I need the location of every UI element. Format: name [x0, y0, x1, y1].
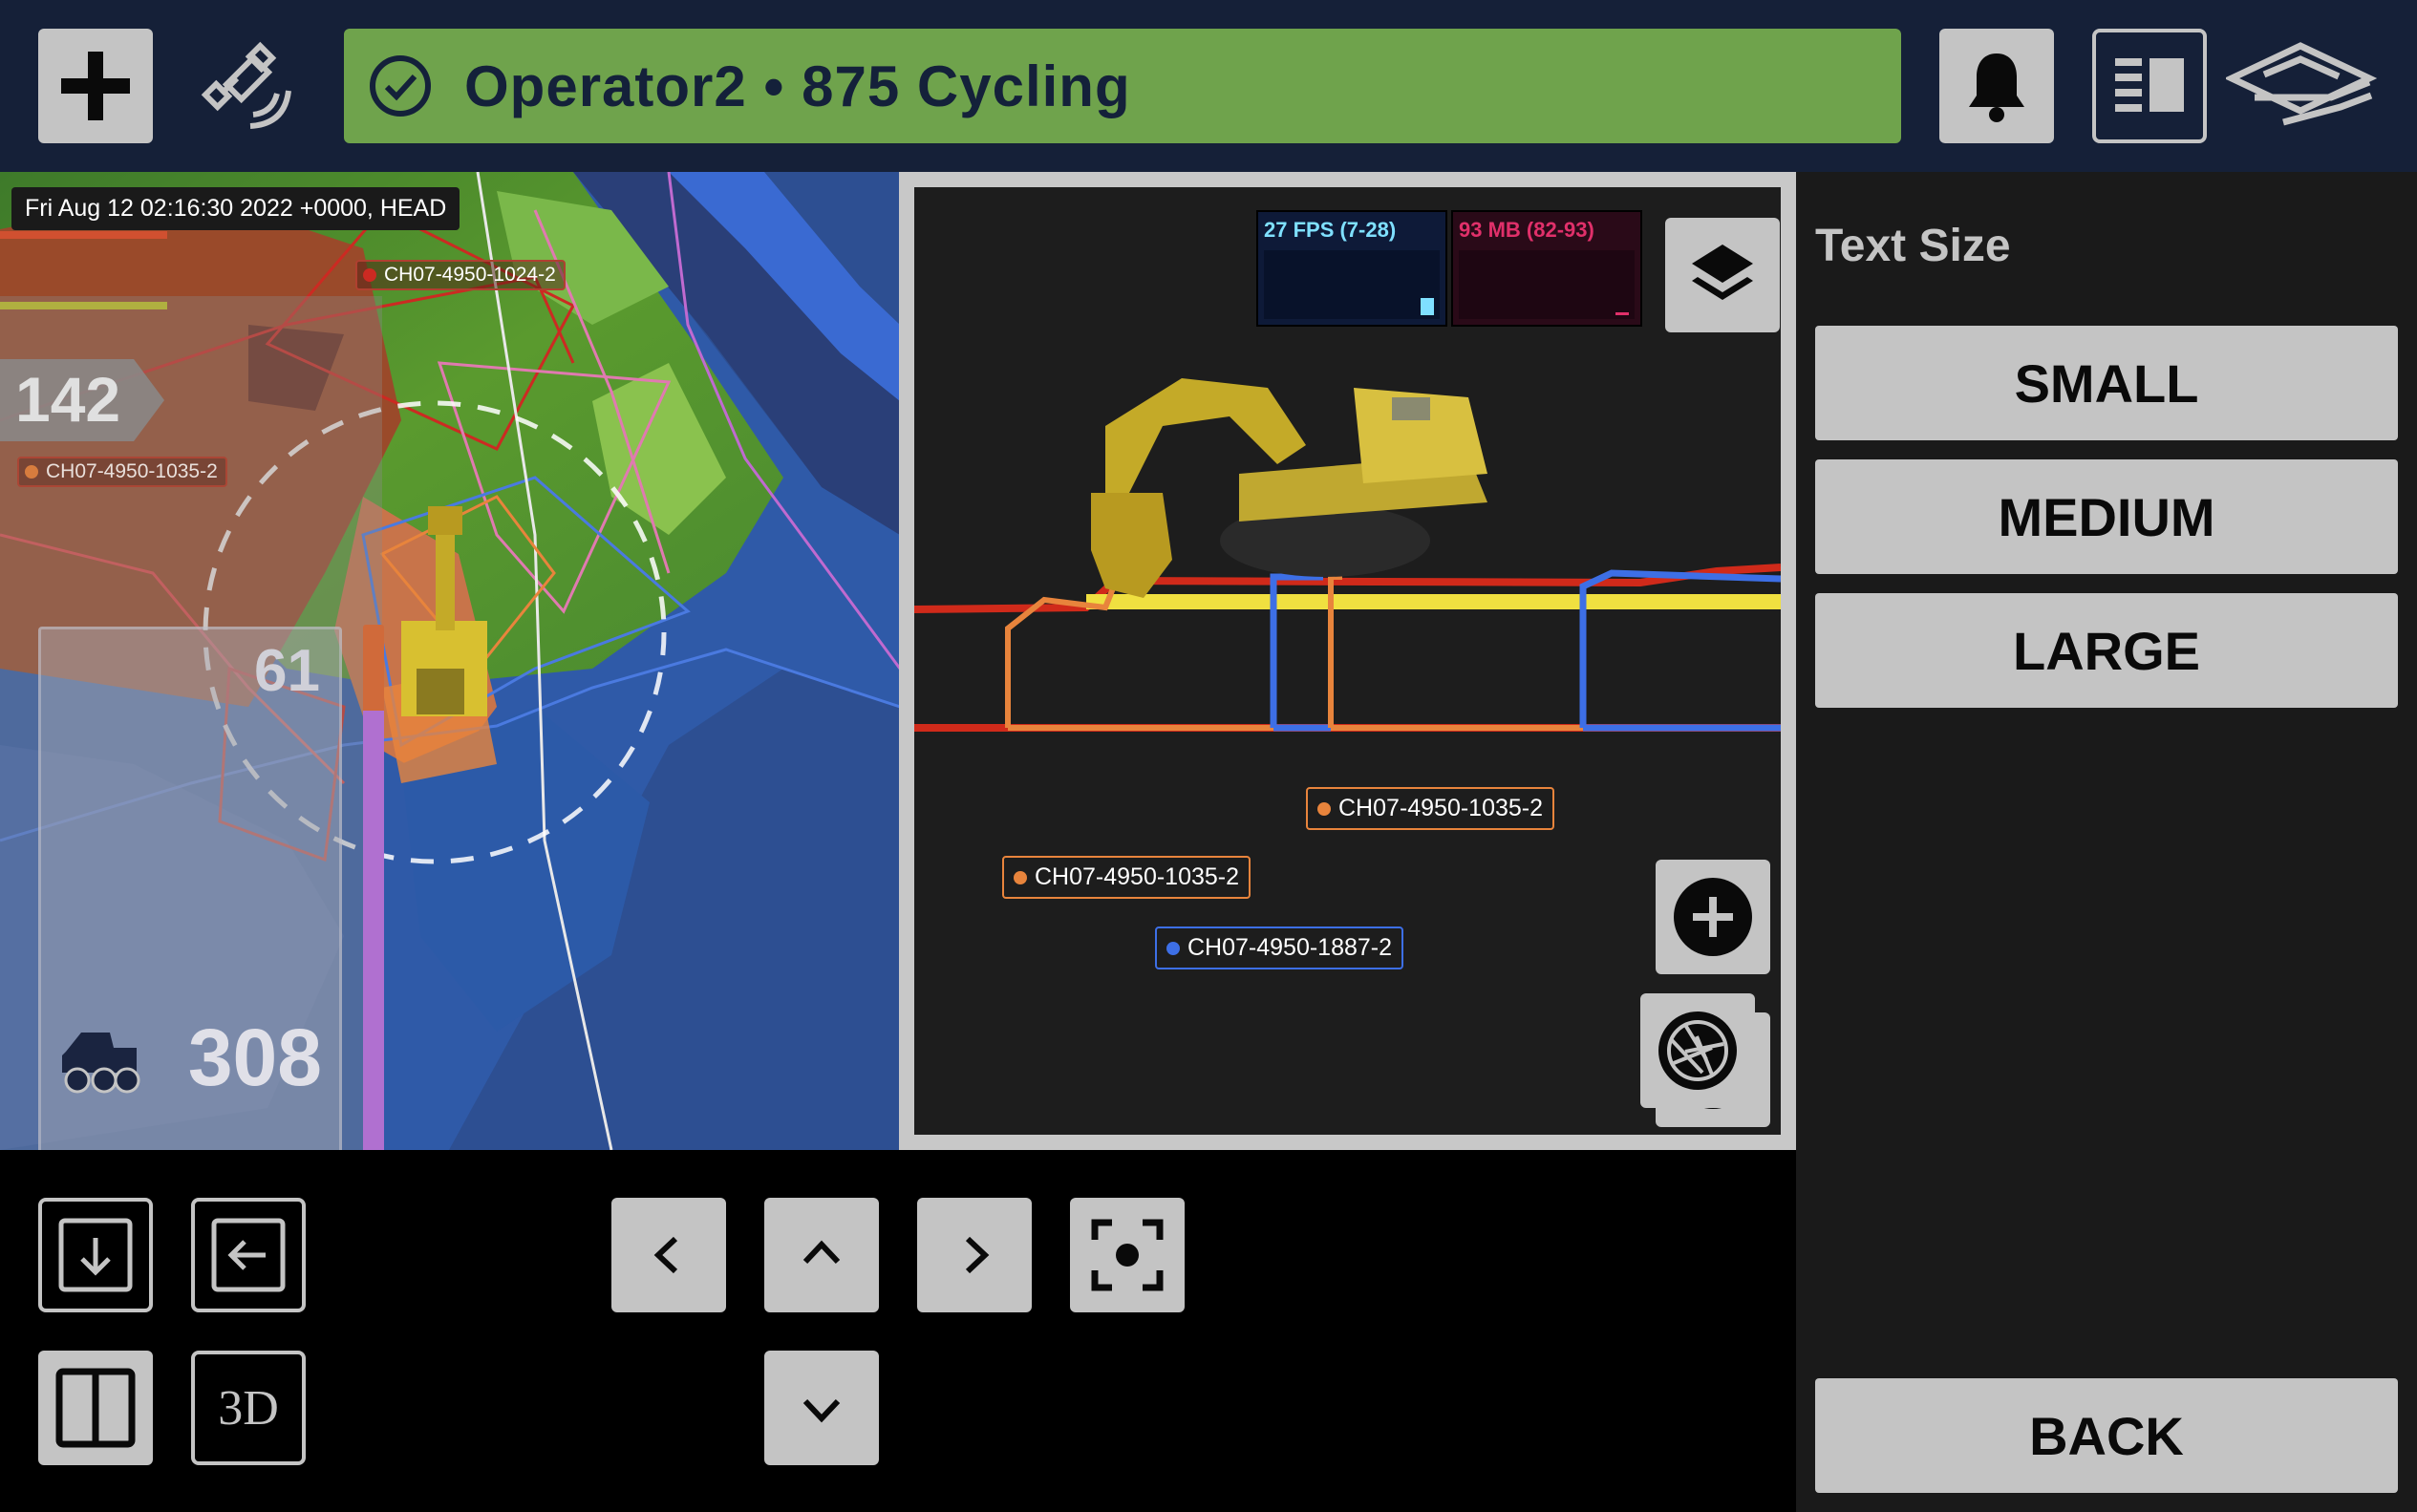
progress-fill — [363, 711, 384, 1150]
pan-left-button[interactable] — [611, 1198, 726, 1312]
satellite-icon — [201, 41, 291, 129]
pass-count: 142 — [15, 364, 121, 435]
arrow-left-box-icon — [211, 1218, 286, 1292]
logo — [2223, 38, 2379, 134]
notifications-button[interactable] — [1939, 29, 2054, 143]
fps-bar — [1421, 298, 1434, 315]
fps-meter: 27 FPS (7-28) — [1256, 210, 1447, 327]
hole-dot-icon — [25, 465, 38, 479]
chevron-right-icon — [965, 1236, 990, 1274]
recenter-button[interactable] — [1070, 1198, 1185, 1312]
text-size-panel: Text Size SMALL MEDIUM LARGE BACK — [1796, 172, 2417, 1512]
focus-icon — [1091, 1219, 1164, 1291]
fps-text: 27 FPS (7-28) — [1264, 218, 1397, 242]
truck-count: 308 — [187, 1012, 322, 1102]
back-view-button[interactable] — [191, 1198, 306, 1312]
map-view[interactable]: Fri Aug 12 02:16:30 2022 +0000, HEAD CH0… — [0, 172, 900, 1150]
small-text-button[interactable]: SMALL — [1815, 326, 2398, 440]
chevron-left-icon — [653, 1236, 678, 1274]
view-3d-button[interactable]: 3D — [191, 1351, 306, 1465]
zoom-in-button[interactable] — [1656, 860, 1770, 974]
status-text: Operator2 • 875 Cycling — [464, 53, 1131, 118]
bottom-controls: 3D — [0, 1150, 1796, 1512]
memory-meter: 93 MB (82-93) — [1451, 210, 1642, 327]
hole-label[interactable]: CH07-4950-1035-2 — [1306, 787, 1555, 830]
hole-label-text: CH07-4950-1024-2 — [384, 264, 556, 286]
back-button[interactable]: BACK — [1815, 1378, 2398, 1493]
section-view-panel: 27 FPS (7-28) 93 MB (82-93) CH07-4950-10… — [899, 172, 1796, 1150]
text-size-title: Text Size — [1815, 221, 2011, 271]
status-banner: Operator2 • 875 Cycling — [344, 29, 1901, 143]
top-bar: Operator2 • 875 Cycling — [0, 0, 2417, 172]
hole-label[interactable]: CH07-4950-1035-2 — [17, 457, 227, 487]
panel-layout-icon — [2115, 58, 2184, 112]
check-circle-icon — [370, 55, 431, 117]
large-text-button[interactable]: LARGE — [1815, 593, 2398, 708]
plus-icon — [61, 52, 130, 120]
aperture-icon — [1658, 1012, 1737, 1090]
zoom-in-icon — [1674, 878, 1752, 956]
layers-icon — [1692, 245, 1753, 300]
camera-button[interactable] — [1640, 993, 1755, 1108]
hole-label[interactable]: CH07-4950-1887-2 — [1155, 926, 1404, 969]
haul-truck-icon — [62, 1033, 140, 1094]
hole-dot-icon — [363, 268, 376, 282]
bell-icon — [1969, 53, 2024, 122]
arrow-down-box-icon — [58, 1218, 133, 1292]
hole-label-text: CH07-4950-1035-2 — [1035, 863, 1240, 890]
layers-button[interactable] — [1665, 218, 1780, 332]
timestamp: Fri Aug 12 02:16:30 2022 +0000, HEAD — [11, 187, 460, 230]
pan-down-button[interactable] — [764, 1351, 879, 1465]
chevron-up-icon — [802, 1240, 841, 1265]
chevron-down-icon — [802, 1398, 841, 1423]
progress-track — [363, 625, 384, 1150]
pan-up-button[interactable] — [764, 1198, 879, 1312]
layout-toggle-button[interactable] — [2092, 29, 2207, 143]
gps-button[interactable] — [196, 29, 301, 143]
hole-label[interactable]: CH07-4950-1024-2 — [355, 260, 566, 290]
memory-text: 93 MB (82-93) — [1459, 218, 1594, 242]
view-3d-label: 3D — [218, 1380, 279, 1436]
hole-label-text: CH07-4950-1887-2 — [1187, 934, 1393, 961]
hole-dot-icon — [1014, 870, 1027, 884]
memory-bar — [1615, 312, 1629, 315]
excavator-side-icon — [1091, 378, 1487, 598]
hole-dot-icon — [1317, 801, 1331, 816]
logo-icon — [2223, 42, 2378, 126]
medium-text-button[interactable]: MEDIUM — [1815, 459, 2398, 574]
hole-label[interactable]: CH07-4950-1035-2 — [1002, 856, 1251, 899]
hole-dot-icon — [1166, 941, 1180, 955]
split-view-icon — [55, 1368, 136, 1448]
download-view-button[interactable] — [38, 1198, 153, 1312]
hole-label-text: CH07-4950-1035-2 — [1338, 795, 1544, 821]
load-panel: 61 308 — [38, 627, 342, 1150]
load-count: 61 — [254, 638, 320, 704]
add-button[interactable] — [38, 29, 153, 143]
hole-label-text: CH07-4950-1035-2 — [46, 460, 218, 482]
split-view-button[interactable] — [38, 1351, 153, 1465]
pan-right-button[interactable] — [917, 1198, 1032, 1312]
